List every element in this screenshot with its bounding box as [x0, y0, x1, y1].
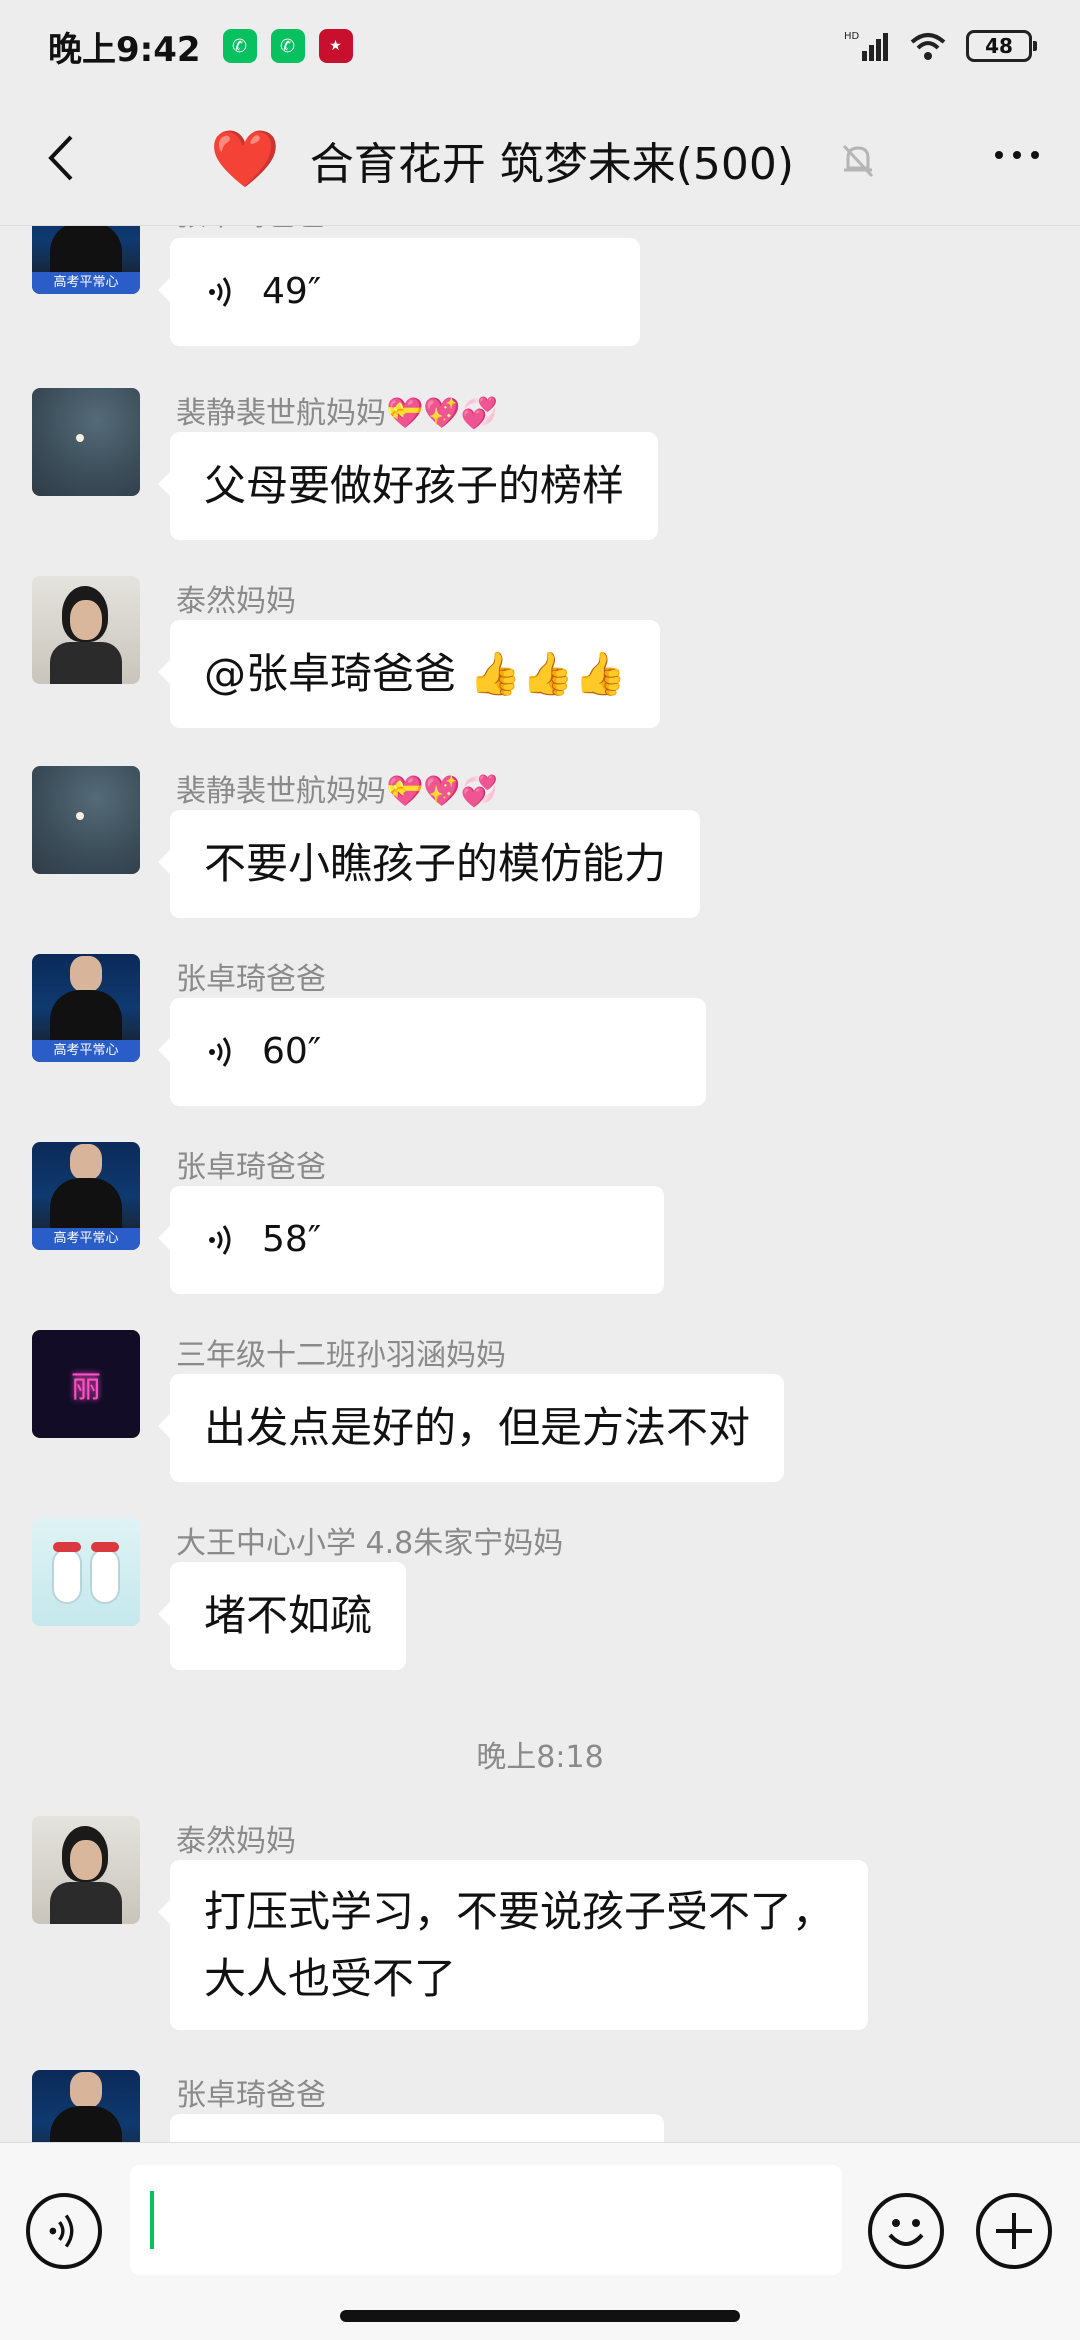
sender-name: 张卓琦爸爸	[176, 2078, 326, 2113]
heart-emoji: ❤️	[210, 127, 280, 192]
avatar[interactable]: 高考平常心	[32, 226, 140, 294]
wechat-notification-icon: ✆	[222, 29, 257, 63]
text-message[interactable]: 父母要做好孩子的榜样	[157, 432, 659, 540]
message-text: 堵不如疏	[204, 1591, 373, 1641]
chat-title-group[interactable]: ❤️ 合育花开 筑梦未来(500)	[210, 122, 878, 198]
voice-wave-icon	[209, 277, 231, 307]
emoji-button[interactable]	[868, 2193, 944, 2269]
more-dot	[1013, 151, 1021, 159]
sender-name: 大王中心小学 4.8朱家宁妈妈	[176, 1526, 564, 1561]
plus-icon	[996, 2213, 1032, 2249]
signal-icon: HD	[844, 31, 888, 61]
sender-name: 泰然妈妈	[176, 584, 296, 619]
status-time: 晚上9:42	[48, 29, 201, 70]
sender-name: 张卓琦爸爸	[176, 226, 326, 234]
voice-message[interactable]: 60″	[158, 998, 706, 1106]
battery-icon: 48	[966, 30, 1037, 62]
avatar[interactable]	[32, 576, 140, 684]
status-right: HD 48	[844, 29, 1037, 63]
avatar[interactable]	[32, 766, 140, 874]
avatar[interactable]	[32, 388, 140, 496]
message-text-line: 打压式学习，不要说孩子受不了，	[204, 1887, 835, 1936]
smile-icon	[888, 2219, 924, 2246]
voice-wave-icon	[209, 1037, 231, 1067]
text-message[interactable]: 出发点是好的，但是方法不对	[157, 1374, 785, 1482]
home-indicator[interactable]	[340, 2310, 740, 2322]
back-button[interactable]	[30, 122, 90, 194]
svg-text:HD: HD	[844, 31, 860, 42]
message-text: @张卓琦爸爸 👍👍👍	[204, 649, 627, 699]
bell-off-icon	[842, 144, 874, 178]
sender-name: 泰然妈妈	[176, 1824, 296, 1859]
voice-duration: 58″	[262, 1219, 322, 1261]
avatar[interactable]: 高考平常心	[32, 1142, 140, 1250]
voice-input-button[interactable]	[26, 2193, 102, 2269]
message-text: 父母要做好孩子的榜样	[204, 461, 625, 511]
battery-level: 48	[985, 34, 1013, 58]
voice-duration: 49″	[262, 271, 322, 313]
more-dot	[995, 151, 1003, 159]
more-button[interactable]	[984, 132, 1050, 178]
sender-name: 三年级十二班孙羽涵妈妈	[176, 1338, 506, 1373]
voice-message[interactable]: 49″	[158, 238, 640, 346]
sender-name: 裴静裴世航妈妈💝💖💞	[176, 774, 499, 809]
text-caret	[150, 2191, 154, 2249]
chat-header: ❤️ 合育花开 筑梦未来(500)	[0, 92, 1080, 226]
voice-wave-icon	[209, 1225, 231, 1255]
message-input[interactable]	[130, 2165, 842, 2275]
voice-message[interactable]: 58″	[158, 1186, 664, 1294]
wifi-icon	[910, 33, 946, 60]
status-bar: 晚上9:42 ✆ ✆ ★ HD 48	[0, 0, 1080, 92]
plus-button[interactable]	[976, 2193, 1052, 2269]
text-message[interactable]: @张卓琦爸爸 👍👍👍	[157, 620, 661, 728]
chevron-left-icon	[48, 135, 73, 181]
message-text: 不要小瞧孩子的模仿能力	[204, 839, 667, 889]
avatar[interactable]	[32, 1816, 140, 1924]
voice-message[interactable]	[170, 2114, 664, 2142]
wechat-notification-icon-2: ✆	[270, 29, 305, 63]
sender-name: 张卓琦爸爸	[176, 962, 326, 997]
avatar[interactable]	[32, 1518, 140, 1626]
notification-icons: ✆ ✆ ★	[222, 29, 353, 63]
text-message[interactable]: 堵不如疏	[157, 1562, 407, 1670]
voice-wave-icon	[49, 2214, 74, 2248]
message-text-line: 大人也受不了	[204, 1954, 457, 2004]
more-dot	[1031, 151, 1039, 159]
avatar[interactable]: 高考平常心	[32, 954, 140, 1062]
sender-name: 裴静裴世航妈妈💝💖💞	[176, 396, 499, 431]
voice-duration: 60″	[262, 1031, 322, 1073]
avatar[interactable]: 丽	[32, 1330, 140, 1438]
time-separator: 晚上8:18	[476, 1740, 604, 1775]
message-text: 出发点是好的，但是方法不对	[204, 1403, 751, 1453]
xuexi-app-icon: ★	[318, 29, 353, 63]
sender-name: 张卓琦爸爸	[176, 1150, 326, 1185]
text-message[interactable]: 打压式学习，不要说孩子受不了， 大人也受不了	[157, 1860, 869, 2031]
chat-title: 合育花开 筑梦未来(500)	[309, 139, 795, 190]
text-message[interactable]: 不要小瞧孩子的模仿能力	[157, 810, 701, 918]
avatar[interactable]: 高考平常心	[32, 2070, 140, 2142]
chat-list[interactable]: 高考平常心 张卓琦爸爸 49″ 裴静裴世航妈妈💝💖💞 父母要做好孩子的榜样 泰然…	[0, 226, 1080, 2142]
